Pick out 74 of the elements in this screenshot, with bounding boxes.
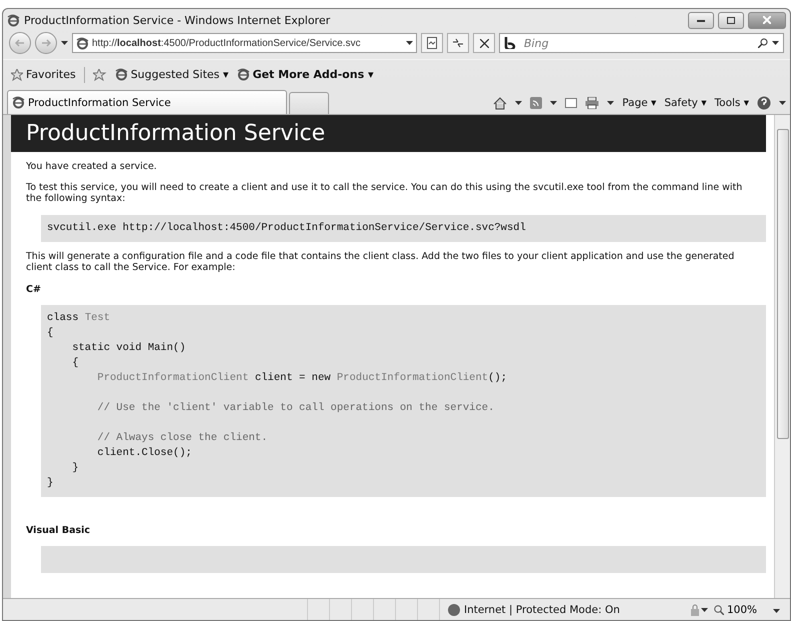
command-menu[interactable]: Tools ▾ <box>714 97 749 109</box>
globe-icon <box>448 604 460 616</box>
command-menu[interactable]: Safety ▾ <box>664 97 707 109</box>
favorites-button[interactable]: Favorites <box>11 68 76 81</box>
code-line: // Always close the client. <box>96 430 268 446</box>
code-line: { <box>71 356 79 371</box>
page-heading: ProductInformation Service <box>11 115 766 152</box>
close-icon <box>763 16 771 24</box>
paragraph: You have created a service. <box>26 162 158 173</box>
search-icon <box>758 38 768 48</box>
search-field[interactable]: Bing <box>522 36 754 50</box>
caret-icon <box>700 608 708 612</box>
caret-icon <box>515 101 522 105</box>
help-icon[interactable] <box>757 96 771 110</box>
browser-tab[interactable] <box>289 92 329 114</box>
page-icon <box>427 37 437 49</box>
caret-icon <box>406 41 413 45</box>
paragraph: This will generate a configuration file and a code file that contains the client class. Add the two files to your client application and use the generated client class to call the Service. For example: <box>26 252 736 274</box>
code-line: { <box>47 326 54 341</box>
security-zone-status[interactable]: Internet | Protected Mode: On <box>438 599 689 620</box>
caret-icon <box>61 41 68 45</box>
code-line: class Test <box>47 310 110 326</box>
code-line: // Use the 'client' variable to call operations on the service. <box>96 400 494 416</box>
code-line: ProductInformationClient client = new ProductInformationClient(); <box>96 370 507 386</box>
window-title: ProductInformation Service - Windows Internet Explorer <box>24 14 332 26</box>
caret-icon <box>550 101 558 105</box>
zoom-button[interactable]: 100% <box>708 602 763 616</box>
refresh-arrows-icon <box>452 38 464 48</box>
back-arrow-icon <box>15 39 25 47</box>
wsdl-link[interactable]: http://localhost:4500/ProductInformationService/Service.svc?wsdl <box>122 222 526 234</box>
add-favorite-icon[interactable] <box>92 68 107 80</box>
command-name: svcutil.exe <box>47 222 116 234</box>
browser-tab[interactable]: ProductInformation Service <box>7 90 287 114</box>
favorites-bar-link[interactable]: Get More Add-ons ▾ <box>236 68 374 81</box>
scrollbar[interactable] <box>774 115 790 598</box>
lock-icon[interactable] <box>688 604 701 616</box>
code-line: client.Close(); <box>96 446 192 461</box>
back-button[interactable] <box>9 32 31 54</box>
caret-icon <box>773 608 780 612</box>
forward-button[interactable] <box>35 32 57 54</box>
minimize-button[interactable] <box>688 12 714 28</box>
ie-logo-icon <box>7 14 20 26</box>
maximize-icon <box>727 16 735 24</box>
refresh-button[interactable] <box>447 33 469 53</box>
caret-icon <box>607 101 614 105</box>
page-icon <box>76 36 89 50</box>
code-line: static void Main() <box>71 340 186 356</box>
ie-logo-icon <box>12 96 25 109</box>
close-icon <box>480 38 488 48</box>
forward-arrow-icon <box>41 39 51 47</box>
favorites-bar-link[interactable]: Suggested Sites ▾ <box>114 68 229 81</box>
command-menu[interactable]: Page ▾ <box>622 97 656 109</box>
search-box[interactable]: Bing <box>499 33 784 53</box>
minimize-icon <box>697 18 705 22</box>
caret-icon <box>779 101 786 105</box>
ie-logo-icon <box>236 68 250 81</box>
home-icon[interactable] <box>493 96 508 110</box>
address-field[interactable]: http://localhost:4500/ProductInformationService/Service.svc <box>72 33 417 53</box>
section-label: Visual Basic <box>26 524 92 536</box>
printer-icon[interactable] <box>585 97 600 109</box>
zoom-icon <box>714 604 724 614</box>
paragraph: To test this service, you will need to create a client and use it to call the service. You can do this using the svcutil.exe tool from the command line with the following syntax: <box>26 182 744 205</box>
stop-button[interactable] <box>473 33 495 53</box>
ie-logo-icon <box>114 68 128 81</box>
mail-icon[interactable] <box>565 98 578 108</box>
compatibility-button[interactable] <box>421 33 443 53</box>
section-label: C# <box>26 284 42 295</box>
maximize-button[interactable] <box>718 12 744 28</box>
feed-icon[interactable] <box>530 97 542 109</box>
star-icon <box>11 68 23 80</box>
search-engine-logo-icon <box>504 37 518 49</box>
code-line: } <box>47 476 54 491</box>
code-line: } <box>71 460 79 476</box>
caret-icon <box>772 41 779 45</box>
